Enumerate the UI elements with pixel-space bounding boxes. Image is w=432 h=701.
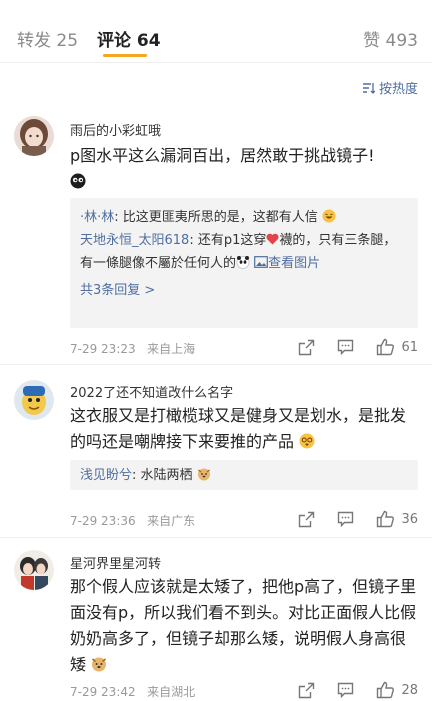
reply-text: : 还有p1这穿 xyxy=(189,233,267,248)
reply-username[interactable]: ·林·林 xyxy=(80,210,114,225)
tab-repost[interactable]: 转发 25 xyxy=(17,26,78,51)
reply-item[interactable]: ·林·林: 比这更匪夷所思的是，这都有人信 xyxy=(80,206,408,229)
thumbs-up-icon xyxy=(377,510,395,528)
comment-text: 这衣服又是打橄榄球又是健身又是划水，是批发的吗还是嘲牌接下来要推的产品 xyxy=(70,403,418,455)
comment-username[interactable]: 2022了还不知道改什么名字 xyxy=(70,382,233,401)
comment-time: 7-29 23:42 xyxy=(70,685,136,699)
reply-text: : 比这更匪夷所思的是，这都有人信 xyxy=(114,210,318,225)
comment-actions: 61 xyxy=(298,338,418,356)
reply-username[interactable]: 天地永恒_太阳618 xyxy=(80,233,189,248)
comment-body: 这衣服又是打橄榄球又是健身又是划水，是批发的吗还是嘲牌接下来要推的产品 xyxy=(70,406,407,451)
more-replies-link[interactable]: 共3条回复 > xyxy=(80,279,408,302)
comment-location: 来自广东 xyxy=(147,514,196,528)
comment-icon[interactable] xyxy=(337,339,354,356)
like-button[interactable]: 28 xyxy=(376,681,418,699)
like-button[interactable]: 36 xyxy=(376,510,418,528)
comment-body: p图水平这么漏洞百出，居然敢于挑战镜子! xyxy=(70,146,375,165)
comment-body: 那个假人应该就是太矮了，把他p高了，但镜子里面没有p，所以我们看不到头。对比正面… xyxy=(70,577,417,674)
comment-username[interactable]: 雨后的小彩虹哦 xyxy=(70,120,161,139)
comment-actions: 28 xyxy=(298,681,418,699)
dizzy-emoji-icon xyxy=(299,433,315,449)
avatar[interactable] xyxy=(14,380,54,420)
avatar[interactable] xyxy=(14,116,54,156)
reply-text: : 水陆两栖 xyxy=(132,468,193,483)
comment-location: 来自湖北 xyxy=(147,685,196,699)
comment-actions: 36 xyxy=(298,510,418,528)
repost-icon[interactable] xyxy=(298,511,315,528)
comment-time: 7-29 23:23 xyxy=(70,342,136,356)
thumbs-up-icon xyxy=(377,338,395,356)
reply-box[interactable]: ·林·林: 比这更匪夷所思的是，这都有人信 天地永恒_太阳618: 还有p1这穿… xyxy=(70,198,418,328)
comment-icon[interactable] xyxy=(337,511,354,528)
divider xyxy=(0,364,432,365)
thumbs-up-icon xyxy=(377,681,395,699)
comment-meta: 7-29 23:42 来自湖北 xyxy=(70,683,195,700)
comment-text: 那个假人应该就是太矮了，把他p高了，但镜子里面没有p，所以我们看不到头。对比正面… xyxy=(70,574,418,678)
reply-item[interactable]: 天地永恒_太阳618: 还有p1这穿 襪的，只有三条腿，有一條腿像不屬於任何人的 … xyxy=(80,229,408,275)
tab-comments[interactable]: 评论 64 xyxy=(97,26,161,51)
sort-label: 按热度 xyxy=(378,82,418,97)
comment-meta: 7-29 23:36 来自广东 xyxy=(70,512,195,529)
repost-icon[interactable] xyxy=(298,339,315,356)
sort-button[interactable]: 按热度 xyxy=(362,78,418,97)
emoji-icon xyxy=(70,173,86,189)
comment-icon[interactable] xyxy=(337,682,354,699)
image-icon xyxy=(254,256,269,268)
view-image-link[interactable]: 查看图片 xyxy=(254,256,320,271)
tab-likes[interactable]: 赞 493 xyxy=(363,26,418,51)
sort-icon xyxy=(362,82,375,94)
laugh-emoji-icon xyxy=(322,209,336,223)
reply-username[interactable]: 浅见盼兮 xyxy=(80,468,132,483)
avatar[interactable] xyxy=(14,550,54,590)
like-count: 36 xyxy=(401,511,418,527)
like-count: 28 xyxy=(401,682,418,698)
comment-tab-bar: 转发 25 评论 64 赞 493 xyxy=(0,0,432,63)
comment-meta: 7-29 23:23 来自上海 xyxy=(70,340,195,357)
reply-box[interactable]: 浅见盼兮: 水陆两栖 xyxy=(70,460,418,490)
divider xyxy=(0,537,432,538)
like-count: 61 xyxy=(401,339,418,355)
repost-icon[interactable] xyxy=(298,682,315,699)
comment-username[interactable]: 星河界里星河转 xyxy=(70,553,161,572)
heart-icon xyxy=(266,233,279,245)
active-tab-indicator xyxy=(103,54,147,57)
comment-location: 来自上海 xyxy=(147,342,196,356)
comment-text: p图水平这么漏洞百出，居然敢于挑战镜子! xyxy=(70,143,418,195)
doge-emoji-icon xyxy=(92,657,107,672)
panda-emoji-icon xyxy=(236,256,250,269)
reply-item[interactable]: 浅见盼兮: 水陆两栖 xyxy=(80,464,408,487)
like-button[interactable]: 61 xyxy=(376,338,418,356)
doge-emoji-icon xyxy=(197,468,210,481)
comment-time: 7-29 23:36 xyxy=(70,514,136,528)
